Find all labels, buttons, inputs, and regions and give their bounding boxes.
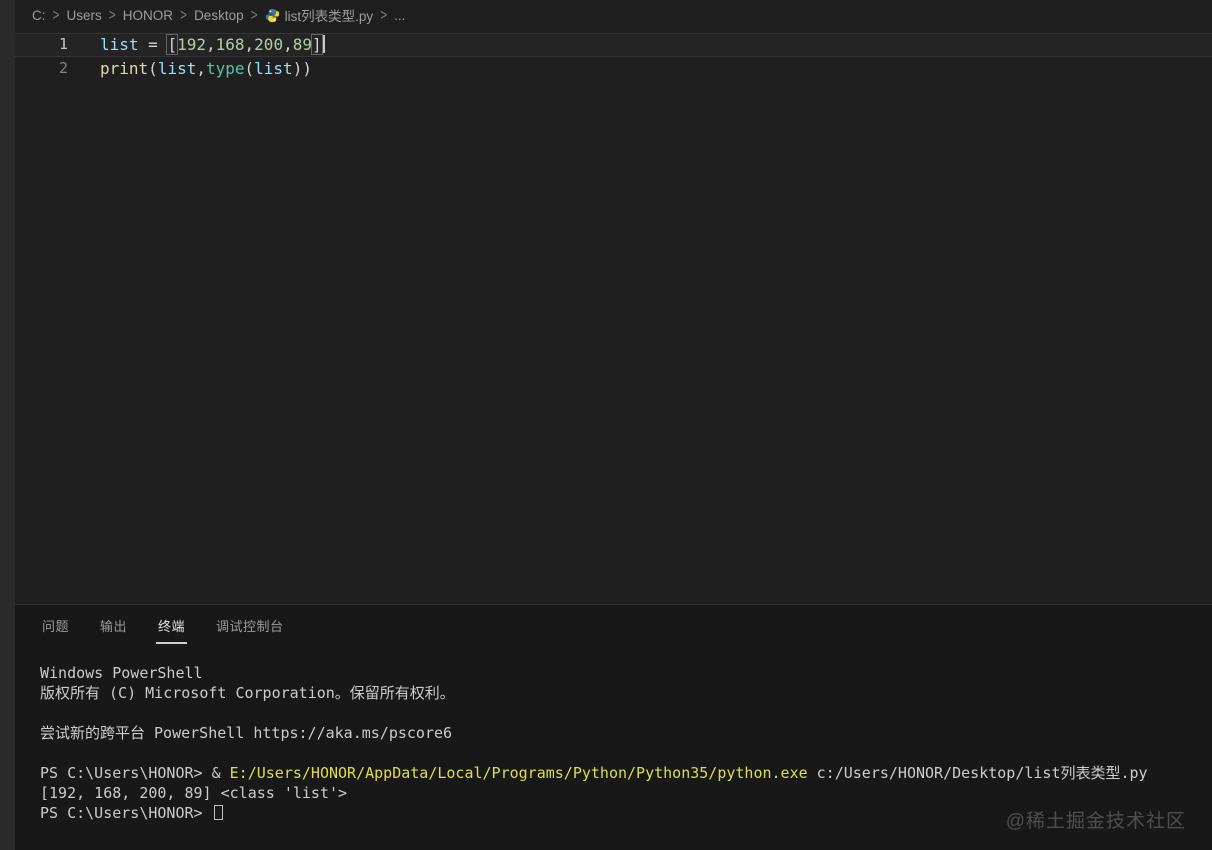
breadcrumb-segment[interactable]: Users	[67, 8, 102, 23]
python-icon	[265, 8, 280, 23]
code-text: list = [192,168,200,89]	[100, 33, 325, 57]
code-editor[interactable]: 1 list = [192,168,200,89] 2 print(list,type…	[15, 30, 1212, 604]
code-token: ,	[196, 59, 206, 78]
code-token: list	[254, 59, 293, 78]
code-token: (	[244, 59, 255, 78]
breadcrumb-overflow[interactable]: ...	[394, 8, 405, 23]
breadcrumb-segment[interactable]: HONOR	[123, 8, 173, 23]
terminal-command-path: E:/Users/HONOR/AppData/Local/Programs/Py…	[229, 764, 808, 782]
code-token: 89	[292, 35, 312, 54]
vscode-window: { "breadcrumb": { "segments": ["C:", "Us…	[0, 0, 1212, 850]
editor-cursor	[322, 35, 325, 53]
code-text: print(list,type(list))	[100, 57, 312, 81]
breadcrumb: C: > Users > HONOR > Desktop > list列表类型.py >...	[15, 0, 1212, 30]
terminal-text: Windows PowerShell	[40, 664, 203, 682]
breadcrumb-file[interactable]: list列表类型.py	[265, 5, 374, 25]
code-line[interactable]: 2 print(list,type(list))	[15, 57, 1212, 81]
terminal-line: Windows PowerShell	[40, 663, 1212, 683]
watermark: @稀土掘金技术社区	[1005, 811, 1186, 832]
terminal-text: PS C:\Users\HONOR>	[40, 804, 212, 822]
chevron-right-icon: >	[108, 5, 116, 25]
code-token: ,	[283, 35, 293, 54]
chevron-right-icon: >	[380, 5, 388, 25]
breadcrumb-segment[interactable]: C:	[32, 8, 46, 23]
terminal-cursor	[213, 804, 223, 820]
breadcrumb-segment[interactable]: Desktop	[194, 8, 244, 23]
terminal-text: c:/Users/HONOR/Desktop/list列表类型.py	[807, 764, 1148, 782]
panel-tab-problems[interactable]: 问题	[42, 608, 69, 647]
line-number[interactable]: 1	[15, 33, 68, 57]
code-token: ,	[244, 35, 255, 54]
panel-tab-terminal[interactable]: 终端	[156, 608, 188, 647]
code-token: ,	[205, 35, 216, 54]
chevron-right-icon: >	[52, 5, 60, 25]
code-token: 192	[177, 35, 206, 54]
code-line[interactable]: 1 list = [192,168,200,89]	[15, 33, 1212, 57]
code-token: list	[100, 35, 139, 54]
terminal-line: [192, 168, 200, 89] <class 'list'>	[40, 783, 1212, 803]
code-token: type	[205, 59, 245, 78]
code-token: ]	[311, 34, 323, 55]
panel-tab-debug-console[interactable]: 调试控制台	[216, 608, 284, 647]
code-token: ))	[292, 59, 312, 78]
code-token: list	[157, 59, 197, 78]
chevron-right-icon: >	[180, 5, 188, 25]
code-token: print	[100, 59, 149, 78]
code-token: =	[138, 35, 168, 54]
code-token: 168	[215, 35, 245, 54]
code-token: [	[166, 34, 179, 55]
code-token: 200	[254, 35, 284, 54]
workbench: C: > Users > HONOR > Desktop > list列表类型.py >... 1…	[15, 0, 1212, 850]
chevron-right-icon: >	[250, 5, 258, 25]
line-number[interactable]: 2	[15, 57, 68, 81]
terminal-text: 版权所有 (C) Microsoft Corporation。保留所有权利。	[40, 684, 455, 702]
window-edge	[0, 0, 15, 850]
panel-tabs: 问题 输出 终端 调试控制台	[15, 605, 1212, 649]
panel-tab-output[interactable]: 输出	[100, 608, 127, 647]
code-token: (	[148, 59, 158, 78]
terminal-line: 版权所有 (C) Microsoft Corporation。保留所有权利。	[40, 683, 1212, 703]
terminal-text: [192, 168, 200, 89] <class 'list'>	[40, 784, 348, 802]
terminal-line: 尝试新的跨平台 PowerShell https://aka.ms/pscore…	[40, 723, 1212, 743]
terminal-line: PS C:\Users\HONOR> & E:/Users/HONOR/AppD…	[40, 763, 1212, 783]
breadcrumb-file-label: list列表类型.py	[284, 9, 374, 24]
terminal-text: PS C:\Users\HONOR> &	[40, 764, 230, 782]
terminal-text: 尝试新的跨平台 PowerShell https://aka.ms/pscore…	[40, 724, 453, 742]
